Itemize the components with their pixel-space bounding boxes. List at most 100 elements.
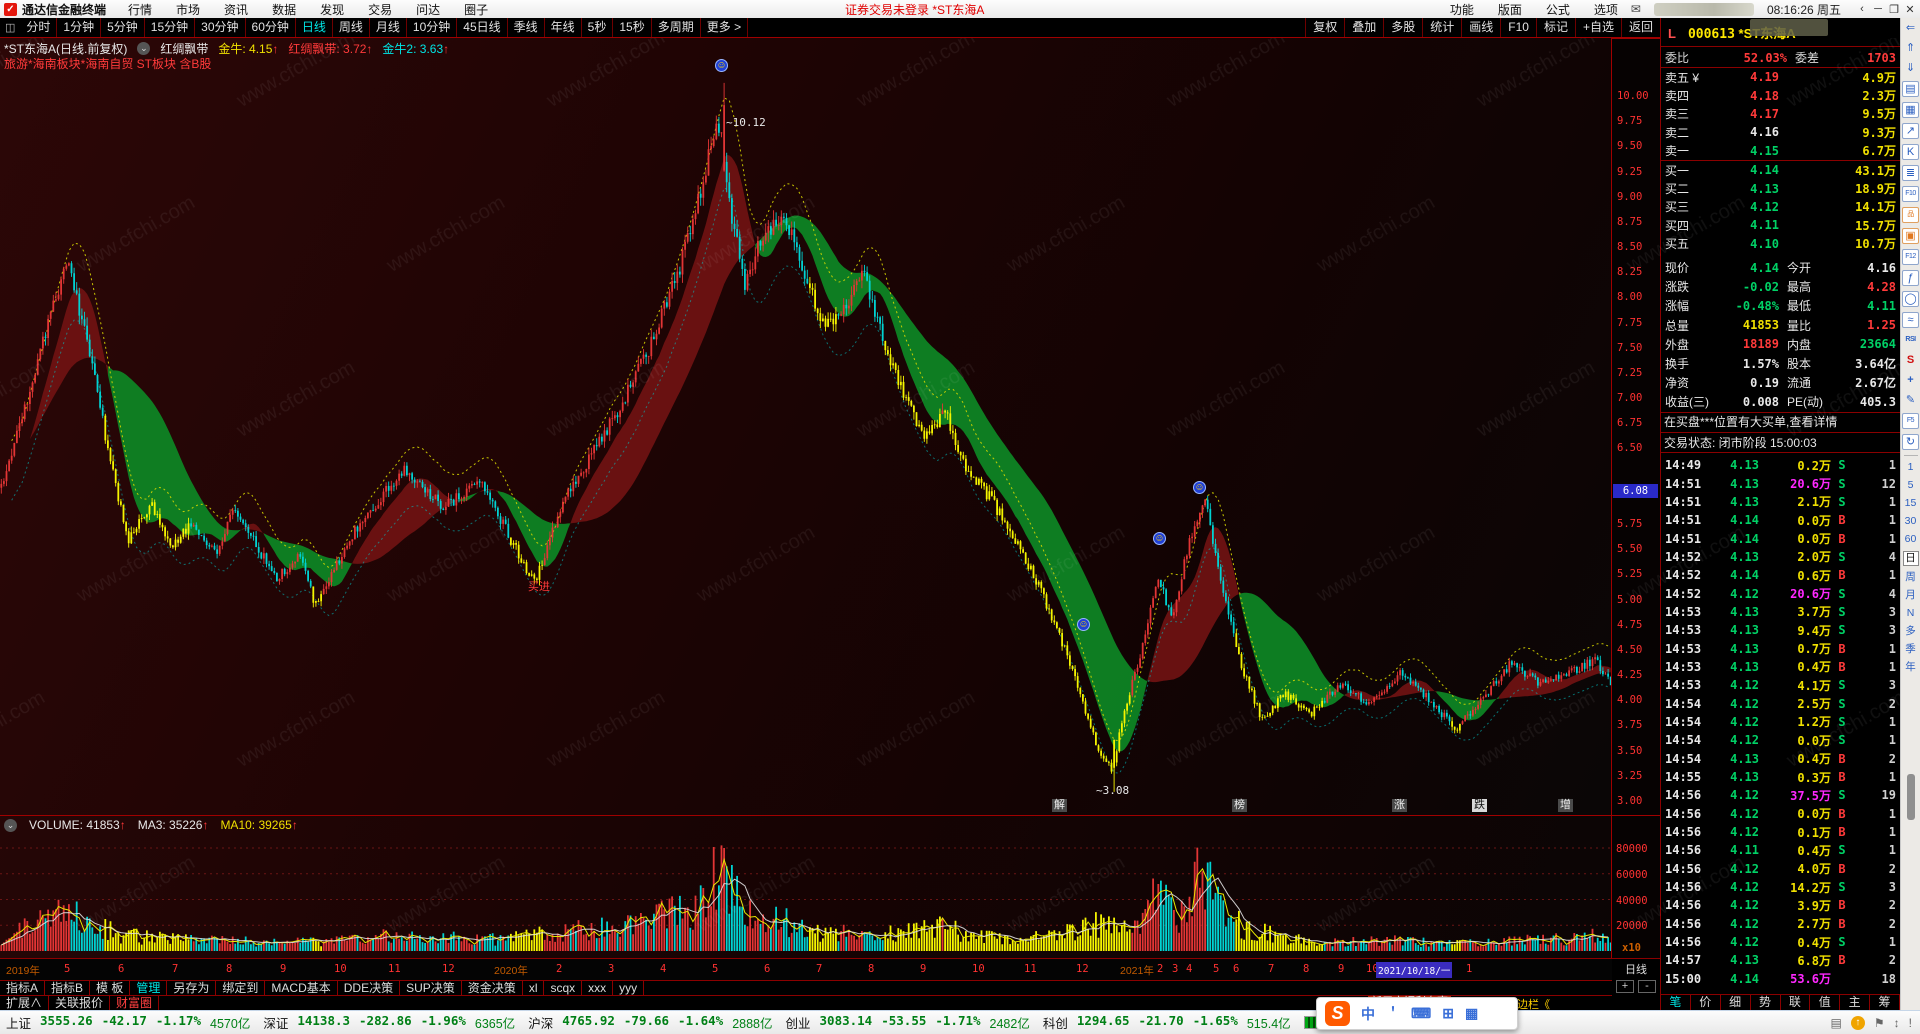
period-tab-日线[interactable]: 日线	[296, 18, 333, 37]
s-tool-icon[interactable]: S	[1902, 353, 1919, 368]
panel-tab-联[interactable]: 联	[1781, 995, 1811, 1010]
refresh-icon[interactable]: ↻	[1902, 434, 1919, 450]
strip-period-季[interactable]: 季	[1905, 643, 1916, 656]
strip-period-N[interactable]: N	[1907, 607, 1915, 620]
event-marker-跌[interactable]: 跌	[1472, 799, 1487, 812]
rsi-icon[interactable]: RSI	[1902, 333, 1919, 348]
strip-period-多[interactable]: 多	[1905, 625, 1916, 638]
index-上证[interactable]: 上证 3555.26 -42.17 -1.17% 4570亿	[6, 1013, 250, 1032]
scrollbar-thumb[interactable]	[1907, 774, 1915, 820]
menu-资讯[interactable]: 资讯	[224, 1, 248, 18]
kline-chart-icon[interactable]: K	[1902, 144, 1919, 160]
report-table-icon[interactable]: ▤	[1902, 81, 1919, 97]
period-tab-5分钟[interactable]: 5分钟	[101, 18, 145, 37]
event-marker-榜[interactable]: 榜	[1232, 799, 1247, 812]
bottom-tab-指标B[interactable]: 指标B	[45, 981, 91, 995]
index-深证[interactable]: 深证 14138.3 -282.86 -1.96% 6365亿	[263, 1013, 515, 1032]
minimize-button[interactable]: ─	[1870, 3, 1886, 16]
tick-row[interactable]: 14:56 4.12 0.1万 B 1	[1661, 823, 1900, 841]
tick-row[interactable]: 14:54 4.12 1.2万 S 1	[1661, 713, 1900, 731]
period-tab-10分钟[interactable]: 10分钟	[407, 18, 458, 37]
tick-row[interactable]: 14:49 4.13 0.2万 S 1	[1661, 456, 1900, 474]
period-tab-更多 >[interactable]: 更多 >	[701, 18, 749, 37]
volume-chart[interactable]	[0, 816, 1612, 958]
big-order-message[interactable]: 在买盘***位置有大买单,查看详情	[1661, 412, 1900, 432]
chevron-down-icon[interactable]: ⌄	[137, 42, 151, 55]
sogou-tool-icon-3[interactable]: ⊞	[1442, 1005, 1454, 1022]
bottom-tab-扩展∧[interactable]: 扩展∧	[0, 996, 50, 1010]
bid-row-2[interactable]: 买二 4.13 18.9万	[1661, 179, 1900, 197]
menu-圈子[interactable]: 圈子	[464, 1, 488, 18]
period-tab-年线[interactable]: 年线	[545, 18, 582, 37]
panel-tab-笔[interactable]: 笔	[1661, 995, 1691, 1010]
sogou-tool-icon-1[interactable]: ＇	[1386, 1004, 1400, 1024]
bottom-tab-资金决策[interactable]: 资金决策	[462, 981, 523, 995]
sogou-tool-icon-2[interactable]: ⌨	[1411, 1005, 1431, 1022]
period-tab-30分钟[interactable]: 30分钟	[195, 18, 246, 37]
bottom-tab-管理[interactable]: 管理	[130, 981, 168, 995]
period-tab-1分钟[interactable]: 1分钟	[57, 18, 102, 37]
tick-row[interactable]: 14:56 4.11 0.4万 S 1	[1661, 841, 1900, 859]
tool-复权[interactable]: 复权	[1305, 18, 1344, 37]
tick-row[interactable]: 14:53 4.13 3.7万 S 3	[1661, 603, 1900, 621]
restore-button[interactable]: ❐	[1886, 3, 1902, 16]
circle-mark-icon[interactable]: ◯	[1902, 291, 1919, 307]
tick-row[interactable]: 14:51 4.14 0.0万 B 1	[1661, 511, 1900, 529]
tick-row[interactable]: 14:51 4.14 0.0万 B 1	[1661, 529, 1900, 547]
index-科创[interactable]: 科创 1294.65 -21.70 -1.65% 515.4亿	[1043, 1013, 1291, 1032]
block-tree-icon[interactable]: 品	[1902, 207, 1919, 223]
strip-period-60[interactable]: 60	[1905, 533, 1917, 546]
notes-icon[interactable]: ▤	[1831, 1016, 1842, 1030]
move-tool-icon[interactable]: +	[1902, 373, 1919, 388]
menu-行情[interactable]: 行情	[128, 1, 152, 18]
tick-row[interactable]: 14:54 4.13 0.4万 B 2	[1661, 750, 1900, 768]
tool-返回[interactable]: 返回	[1620, 18, 1660, 37]
pencil-icon[interactable]: ✎	[1902, 393, 1919, 408]
upgrade-icon[interactable]: ↑	[1850, 1015, 1865, 1030]
candlestick-chart[interactable]	[0, 38, 1612, 815]
tool-画线[interactable]: 画线	[1461, 18, 1500, 37]
strip-period-年[interactable]: 年	[1905, 661, 1916, 674]
strip-period-30[interactable]: 30	[1905, 515, 1917, 528]
alert-icon[interactable]: !	[1909, 1016, 1912, 1030]
tick-row[interactable]: 14:56 4.12 14.2万 S 3	[1661, 878, 1900, 896]
bottom-tab-MACD基本[interactable]: MACD基本	[265, 981, 338, 995]
ask-row-5[interactable]: 卖五 ¥ 4.19 4.9万	[1661, 68, 1900, 86]
sogou-tool-icon-0[interactable]: 中	[1361, 1004, 1375, 1024]
collapse-button[interactable]: ‹	[1854, 3, 1870, 16]
event-marker-解[interactable]: 解	[1052, 799, 1067, 812]
menu-选项[interactable]: 选项	[1594, 1, 1618, 18]
f10-icon[interactable]: F10	[1902, 186, 1919, 202]
clipboard-icon[interactable]: ▣	[1902, 228, 1919, 244]
ask-row-4[interactable]: 卖四 4.18 2.3万	[1661, 86, 1900, 104]
period-tab-45日线[interactable]: 45日线	[457, 18, 508, 37]
tick-row[interactable]: 14:55 4.13 0.3万 B 1	[1661, 768, 1900, 786]
tick-row[interactable]: 14:53 4.12 4.1万 S 3	[1661, 676, 1900, 694]
info-list-icon[interactable]: ≣	[1902, 165, 1919, 181]
tick-row[interactable]: 14:56 4.12 0.0万 B 1	[1661, 805, 1900, 823]
panel-tab-筹[interactable]: 筹	[1870, 995, 1900, 1010]
tool-F10[interactable]: F10	[1500, 18, 1536, 37]
tick-row[interactable]: 14:56 4.12 0.4万 S 1	[1661, 933, 1900, 951]
tool-标记[interactable]: 标记	[1535, 18, 1575, 37]
tick-row[interactable]: 14:53 4.13 0.7万 B 1	[1661, 639, 1900, 657]
trend-chart-icon[interactable]: ↗	[1902, 123, 1919, 139]
bottom-tab-DDE决策[interactable]: DDE决策	[338, 981, 401, 995]
strip-period-15[interactable]: 15	[1905, 497, 1917, 510]
period-tab-多周期[interactable]: 多周期	[652, 18, 701, 37]
quote-grid-icon[interactable]: ▦	[1902, 102, 1919, 118]
strip-period-月[interactable]: 月	[1905, 589, 1916, 602]
volume-pane[interactable]: ⌄ VOLUME: 41853↑ MA3: 35226↑ MA10: 39265↑	[0, 815, 1612, 958]
chevron-down-icon[interactable]: ⌄	[4, 818, 17, 832]
main-chart-area[interactable]: *ST东海A(日线.前复权) ⌄ 红绸飘带 金牛: 4.15↑ 红绸飘带: 3.72↑ 金…	[0, 38, 1612, 815]
event-marker-增[interactable]: 增	[1558, 799, 1573, 812]
strip-period-5[interactable]: 5	[1908, 479, 1914, 492]
bottom-tab-关联报价[interactable]: 关联报价	[49, 996, 111, 1010]
tick-row[interactable]: 14:56 4.12 4.0万 B 2	[1661, 860, 1900, 878]
tick-row[interactable]: 14:56 4.12 2.7万 B 2	[1661, 915, 1900, 933]
bid-row-4[interactable]: 买四 4.11 15.7万	[1661, 216, 1900, 234]
tool-+自选[interactable]: +自选	[1574, 18, 1621, 37]
tool-叠加[interactable]: 叠加	[1344, 18, 1383, 37]
index-沪深[interactable]: 沪深 4765.92 -79.66 -1.64% 2888亿	[528, 1013, 772, 1032]
bid-row-1[interactable]: 买一 4.14 43.1万	[1661, 161, 1900, 179]
